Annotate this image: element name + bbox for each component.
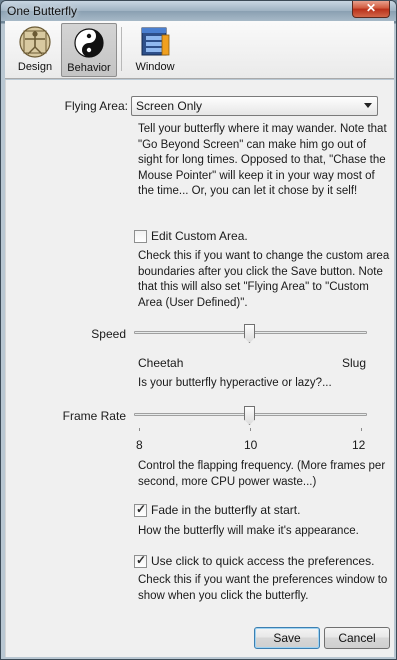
tab-design-label: Design: [17, 61, 53, 73]
quick-access-description: Check this if you want the preferences w…: [138, 574, 388, 602]
tab-window[interactable]: Window: [129, 23, 181, 77]
tab-window-label: Window: [135, 61, 175, 73]
toolbar-separator: [121, 27, 122, 71]
edit-custom-area-label[interactable]: Edit Custom Area.: [151, 229, 248, 243]
flying-area-dropdown[interactable]: Screen Only: [131, 96, 378, 116]
speed-description: Is your butterfly hyperactive or lazy?..…: [138, 377, 332, 389]
tab-behavior[interactable]: Behavior: [61, 23, 117, 77]
checkmark-icon: ✓: [136, 502, 147, 516]
quick-access-label[interactable]: Use click to quick access the preference…: [151, 554, 374, 568]
flying-area-value: Screen Only: [136, 99, 203, 113]
checkmark-icon: ✓: [136, 553, 147, 567]
frame-rate-tick-label: 8: [136, 438, 143, 452]
edit-custom-area-description: Check this if you want to change the cus…: [138, 250, 390, 309]
window-title: One Butterfly: [7, 4, 78, 18]
preferences-window: One Butterfly ✕ Design Behavior Window F…: [0, 0, 397, 660]
frame-rate-tick-label: 10: [244, 438, 258, 452]
fade-in-description: How the butterfly will make it's appeara…: [138, 525, 359, 537]
frame-rate-slider-thumb[interactable]: [244, 406, 255, 425]
frame-rate-label: Frame Rate: [62, 409, 126, 423]
quick-access-checkbox[interactable]: ✓: [134, 553, 147, 568]
behavior-panel: Flying Area: Screen Only Tell your butte…: [5, 80, 394, 657]
yin-yang-icon: [74, 28, 104, 58]
frame-rate-tick: [139, 428, 140, 431]
frame-rate-description: Control the flapping frequency. (More fr…: [138, 460, 386, 488]
tab-design[interactable]: Design: [11, 23, 59, 77]
close-icon: ✕: [365, 1, 377, 15]
fade-in-checkbox[interactable]: ✓: [134, 502, 147, 517]
speed-min-label: Cheetah: [138, 356, 184, 370]
tab-behavior-label: Behavior: [67, 62, 111, 74]
flying-area-label: Flying Area:: [64, 99, 128, 113]
frame-rate-tick: [361, 428, 362, 431]
speed-label: Speed: [91, 327, 126, 341]
chevron-down-icon: [364, 103, 372, 108]
title-bar[interactable]: One Butterfly ✕: [1, 1, 396, 21]
window-icon: [141, 27, 170, 56]
frame-rate-tick: [250, 428, 251, 431]
save-button[interactable]: Save: [254, 627, 320, 649]
speed-slider-thumb[interactable]: [244, 324, 255, 343]
vitruvian-man-icon: [19, 26, 51, 58]
close-button[interactable]: ✕: [352, 1, 390, 18]
speed-max-label: Slug: [342, 356, 367, 370]
edit-custom-area-checkbox[interactable]: [134, 230, 147, 243]
fade-in-label[interactable]: Fade in the butterfly at start.: [151, 503, 300, 517]
cancel-button[interactable]: Cancel: [324, 627, 390, 649]
flying-area-description: Tell your butterfly where it may wander.…: [138, 123, 387, 197]
frame-rate-tick-label: 12: [352, 438, 366, 452]
preferences-toolbar: Design Behavior Window: [5, 21, 394, 79]
